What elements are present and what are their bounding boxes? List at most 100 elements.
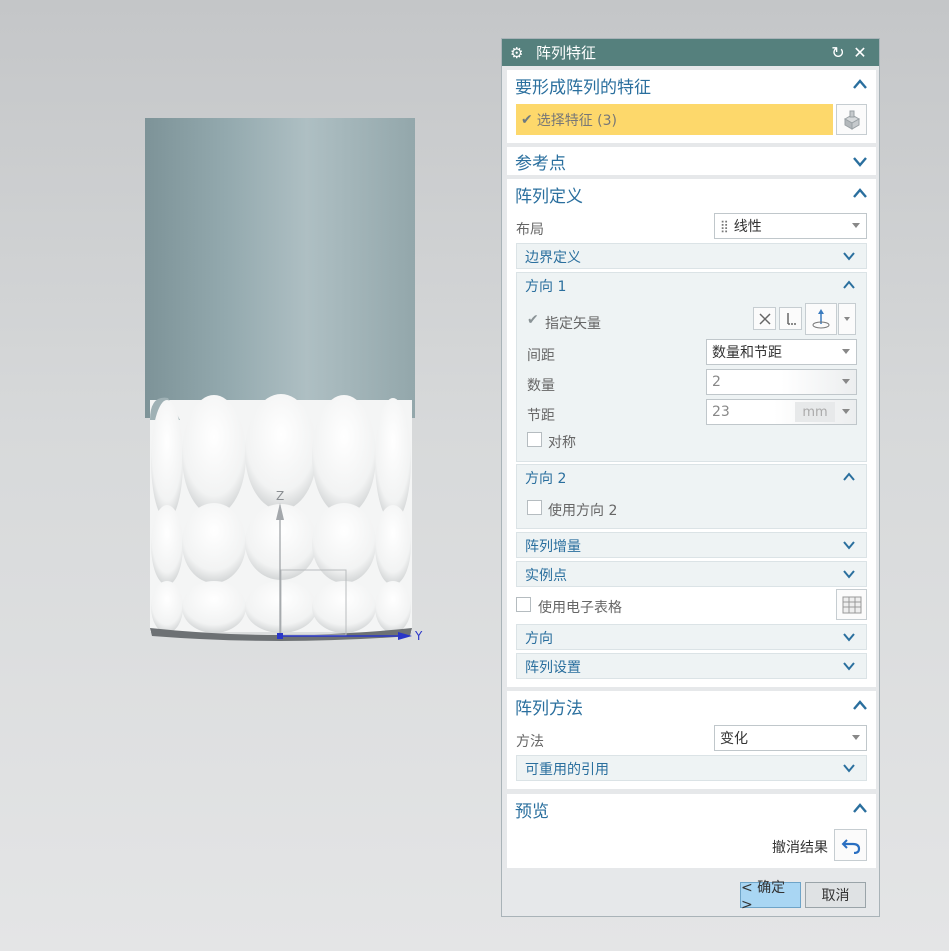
pattern-feature-dialog: ⚙ 阵列特征 ↻ ✕ 要形成阵列的特征 ✔ 选择特征 (3) 参考点 阵列定义 … <box>501 38 880 917</box>
check-icon: ✔ <box>527 312 539 328</box>
pattern-method-header[interactable]: 阵列方法 <box>507 691 876 721</box>
vector-reverse-button[interactable] <box>753 307 776 330</box>
spreadsheet-icon <box>842 596 861 613</box>
ok-button[interactable]: < 确定 > <box>740 880 801 913</box>
feature-select-icon-button[interactable] <box>836 104 867 135</box>
chevron-down-icon[interactable] <box>842 567 858 583</box>
boundary-definition-header[interactable]: 边界定义 <box>517 244 866 269</box>
chevron-up-icon[interactable] <box>852 77 868 93</box>
use-spreadsheet-checkbox[interactable] <box>516 597 531 612</box>
undo-result-button[interactable] <box>834 829 867 861</box>
pattern-method-section: 阵列方法 方法 变化 可重用的引用 <box>507 691 876 789</box>
linear-grid-icon: ⣿ <box>720 219 729 233</box>
graphics-viewport[interactable]: Z Y <box>0 0 500 951</box>
pattern-increment-title: 阵列增量 <box>525 538 581 555</box>
preview-header[interactable]: 预览 <box>507 794 876 824</box>
dialog-title: 阵列特征 <box>536 44 597 62</box>
feature-section: 要形成阵列的特征 ✔ 选择特征 (3) <box>507 70 876 143</box>
chevron-up-icon[interactable] <box>852 186 868 202</box>
chevron-up-icon[interactable] <box>842 278 858 294</box>
chevron-down-icon[interactable] <box>842 761 858 777</box>
pattern-definition-section: 阵列定义 布局 ⣿ 线性 边界定义 方向 1 ✔ 指定矢量 间距 数量和节距 数… <box>507 179 876 687</box>
symmetric-checkbox[interactable] <box>527 432 542 447</box>
reset-icon[interactable]: ↻ <box>827 43 849 62</box>
chevron-down-icon <box>844 317 850 321</box>
chevron-down-icon[interactable] <box>842 659 858 675</box>
reusable-references-header[interactable]: 可重用的引用 <box>517 756 866 781</box>
select-feature-row[interactable]: ✔ 选择特征 (3) <box>516 104 833 135</box>
pitch-input[interactable]: 23 mm <box>706 399 857 425</box>
feature-section-header[interactable]: 要形成阵列的特征 <box>507 70 876 100</box>
layout-value: 线性 <box>733 219 762 235</box>
vector-constructor-button[interactable] <box>805 303 837 335</box>
layout-select[interactable]: ⣿ 线性 <box>714 213 867 239</box>
method-label: 方法 <box>516 734 544 750</box>
direction-1-title: 方向 1 <box>525 278 567 295</box>
vector-inferred-button[interactable] <box>779 307 802 330</box>
reference-point-header[interactable]: 参考点 <box>507 147 876 175</box>
pattern-definition-header[interactable]: 阵列定义 <box>507 179 876 209</box>
reference-point-section: 参考点 <box>507 147 876 175</box>
spacing-value: 数量和节距 <box>712 345 782 361</box>
undo-result-label: 撤消结果 <box>772 840 828 856</box>
vector-constructor-icon <box>812 309 830 329</box>
pattern-definition-title: 阵列定义 <box>515 186 583 207</box>
chevron-down-icon <box>852 735 860 740</box>
reverse-direction-icon <box>758 312 771 325</box>
reusable-references-title: 可重用的引用 <box>525 761 609 778</box>
cancel-button[interactable]: 取消 <box>805 882 866 908</box>
chevron-up-icon[interactable] <box>852 698 868 714</box>
check-icon: ✔ <box>521 111 533 128</box>
preview-title: 预览 <box>515 801 549 822</box>
chevron-down-icon[interactable] <box>842 249 858 265</box>
reference-point-title: 参考点 <box>515 153 566 174</box>
chevron-down-icon <box>852 223 860 228</box>
pattern-method-title: 阵列方法 <box>515 698 583 719</box>
chevron-up-icon[interactable] <box>842 470 858 486</box>
symmetric-label: 对称 <box>548 435 576 451</box>
direction-1-header[interactable]: 方向 1 <box>517 273 866 298</box>
layout-label: 布局 <box>516 222 544 238</box>
pitch-unit: mm <box>795 402 835 422</box>
block-feature-icon <box>843 110 860 130</box>
spacing-label: 间距 <box>527 348 555 364</box>
instance-points-panel: 实例点 <box>516 561 867 587</box>
direction-1-panel: 方向 1 ✔ 指定矢量 间距 数量和节距 数量 2 节距 23 mm 对称 <box>516 272 867 462</box>
chevron-down-icon <box>842 409 850 414</box>
pitch-value: 23 <box>712 404 730 420</box>
orientation-header[interactable]: 方向 <box>517 625 866 650</box>
undo-icon <box>841 839 860 854</box>
preview-section: 预览 撤消结果 <box>507 794 876 868</box>
vector-inferred-icon <box>786 312 797 325</box>
instance-points-title: 实例点 <box>525 567 567 584</box>
chevron-down-icon[interactable] <box>852 153 868 169</box>
pattern-increment-header[interactable]: 阵列增量 <box>517 533 866 558</box>
cylinder-model[interactable] <box>0 0 500 951</box>
dialog-titlebar[interactable]: ⚙ 阵列特征 ↻ ✕ <box>502 39 879 66</box>
orientation-panel: 方向 <box>516 624 867 650</box>
close-icon[interactable]: ✕ <box>849 43 871 62</box>
method-select[interactable]: 变化 <box>714 725 867 751</box>
chevron-up-icon[interactable] <box>852 801 868 817</box>
boundary-definition-panel: 边界定义 <box>516 243 867 269</box>
pattern-settings-header[interactable]: 阵列设置 <box>517 654 866 679</box>
count-label: 数量 <box>527 378 555 394</box>
feature-section-title: 要形成阵列的特征 <box>515 77 651 98</box>
pattern-increment-panel: 阵列增量 <box>516 532 867 558</box>
count-input[interactable]: 2 <box>706 369 857 395</box>
spreadsheet-button[interactable] <box>836 589 867 620</box>
vector-dropdown-button[interactable] <box>838 303 856 335</box>
chevron-down-icon[interactable] <box>842 630 858 646</box>
chevron-down-icon[interactable] <box>842 538 858 554</box>
use-direction-2-label: 使用方向 2 <box>548 503 618 519</box>
spacing-select[interactable]: 数量和节距 <box>706 339 857 365</box>
method-value: 变化 <box>720 731 748 747</box>
y-axis-label: Y <box>415 629 423 643</box>
count-value: 2 <box>712 374 721 390</box>
direction-2-header[interactable]: 方向 2 <box>517 465 866 490</box>
gear-icon: ⚙ <box>510 43 524 62</box>
direction-2-panel: 方向 2 使用方向 2 <box>516 464 867 529</box>
chevron-down-icon <box>842 349 850 354</box>
instance-points-header[interactable]: 实例点 <box>517 562 866 587</box>
use-direction-2-checkbox[interactable] <box>527 500 542 515</box>
